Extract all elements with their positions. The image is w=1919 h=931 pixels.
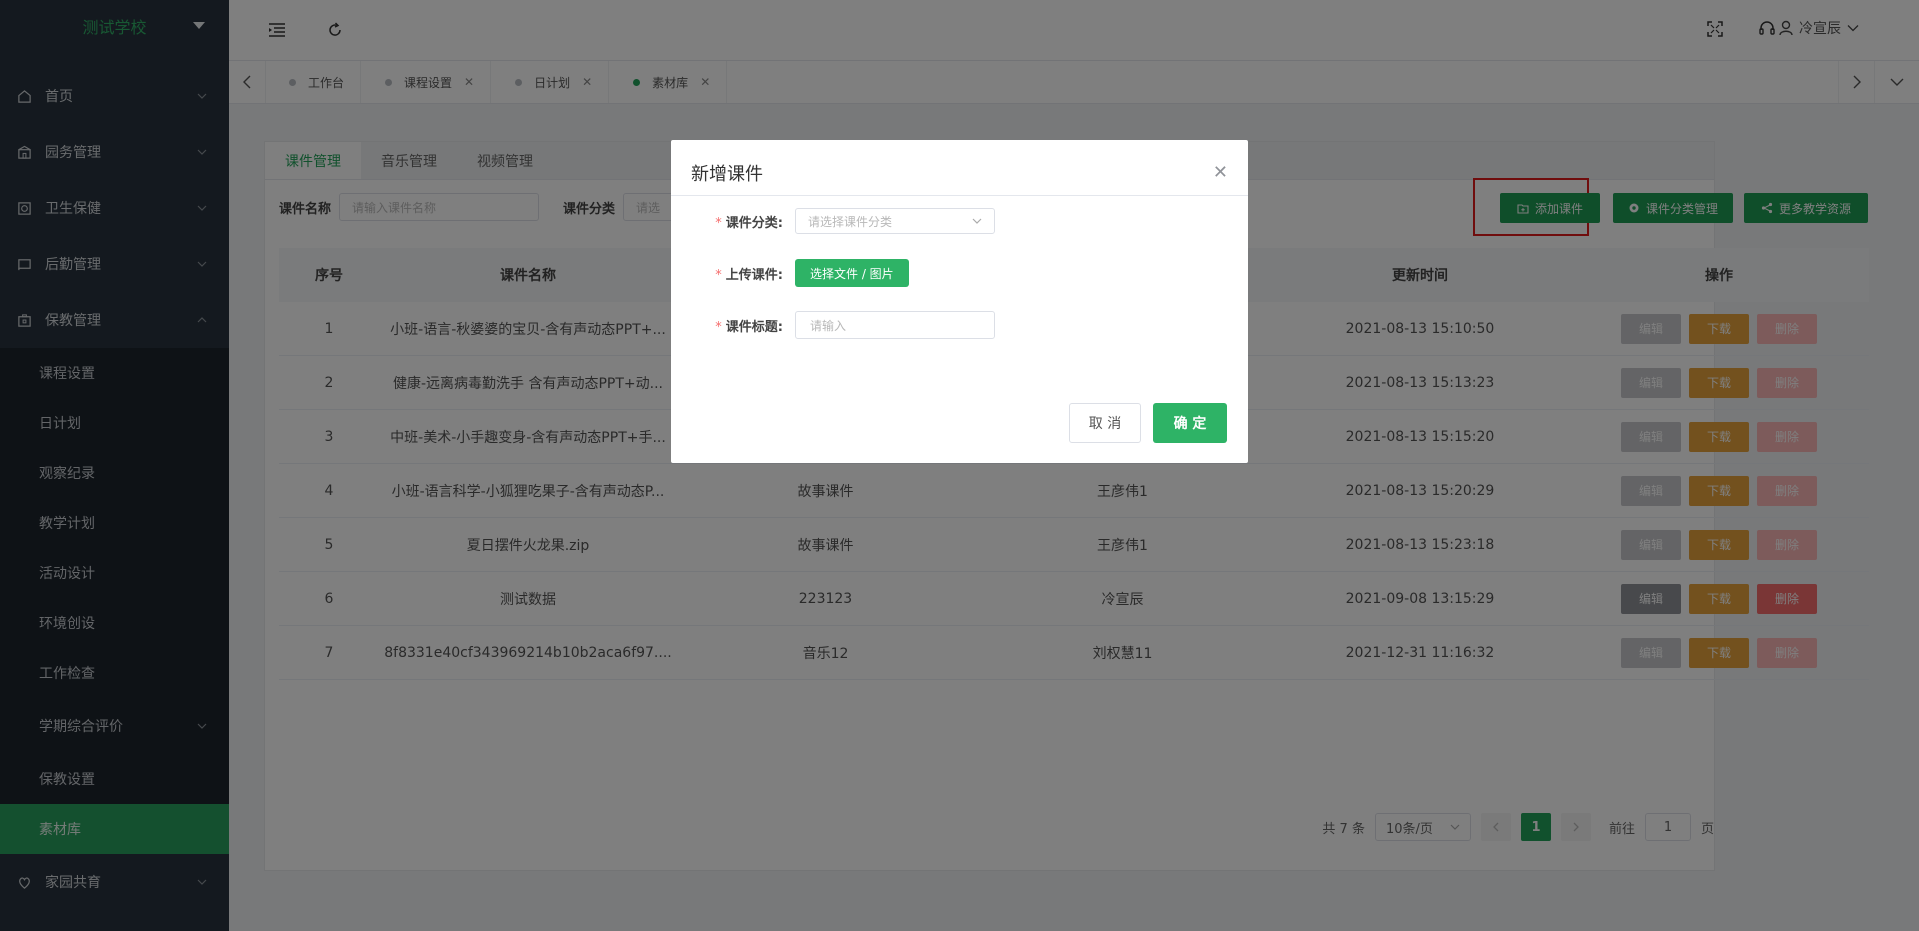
form-row-upload: * 上传课件: 选择文件 / 图片 <box>671 259 909 287</box>
confirm-button[interactable]: 确 定 <box>1153 403 1227 443</box>
input-placeholder: 请输入 <box>810 318 847 333</box>
form-label: * 课件标题: <box>715 319 783 335</box>
chevron-down-icon <box>972 218 982 224</box>
add-courseware-dialog: 新增课件 ✕ * 课件分类: 请选择课件分类 * 上传课件: 选择文件 / 图片 *… <box>671 140 1248 463</box>
dialog-title: 新增课件 <box>691 164 763 185</box>
courseware-title-input[interactable]: 请输入 <box>795 311 995 339</box>
category-select[interactable]: 请选择课件分类 <box>795 208 995 234</box>
select-placeholder: 请选择课件分类 <box>808 214 893 229</box>
form-label: * 上传课件: <box>715 267 783 283</box>
form-label: * 课件分类: <box>715 215 783 231</box>
cancel-button[interactable]: 取 消 <box>1069 403 1141 443</box>
dialog-divider <box>671 195 1248 196</box>
form-row-category: * 课件分类: 请选择课件分类 <box>671 208 995 234</box>
form-row-title: * 课件标题: 请输入 <box>671 311 995 339</box>
close-icon[interactable]: ✕ <box>1213 162 1228 183</box>
choose-file-button[interactable]: 选择文件 / 图片 <box>795 259 909 287</box>
